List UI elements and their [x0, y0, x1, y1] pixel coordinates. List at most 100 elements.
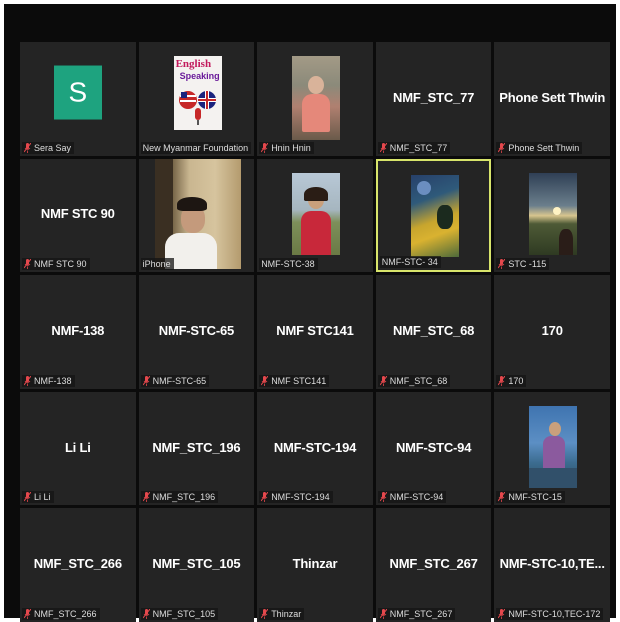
muted-mic-icon	[24, 142, 31, 153]
participant-tile-stc-115[interactable]: STC -115	[494, 158, 610, 273]
muted-mic-icon	[24, 608, 31, 619]
muted-mic-icon	[379, 608, 387, 619]
participant-name-label: NMF STC141	[259, 374, 330, 387]
participant-name: NMF STC141	[271, 375, 327, 386]
muted-mic-icon	[24, 492, 31, 503]
participant-display-name: 170	[541, 322, 563, 338]
muted-mic-icon	[142, 375, 150, 386]
participant-name-label: NMF-STC-10,TEC-172	[496, 607, 604, 620]
participant-tile-thinzar[interactable]: Thinzar Thinzar	[257, 508, 373, 622]
participant-name: NMF-STC-94	[389, 492, 444, 503]
participant-name-label: NMF_STC_77	[377, 141, 451, 154]
participant-name: NMF-STC-10,TEC-172	[508, 608, 601, 619]
participant-name: Sera Say	[34, 142, 72, 153]
muted-mic-icon	[261, 142, 269, 153]
camera-video	[154, 158, 241, 269]
muted-mic-icon	[498, 259, 506, 270]
participant-tile-nmf-stc-90[interactable]: NMF STC 90 NMF STC 90	[20, 158, 136, 273]
participant-tile-sera-say[interactable]: S Sera Say	[20, 42, 136, 156]
participant-name-label: NMF-138	[22, 374, 75, 387]
participant-tile-nmf-stc-266[interactable]: NMF_STC_266 NMF_STC_266	[20, 508, 136, 622]
muted-mic-icon	[24, 375, 31, 386]
participant-display-name: NMF-138	[51, 322, 105, 338]
participant-display-name: NMF-STC-194	[273, 439, 357, 455]
muted-mic-icon	[379, 375, 387, 386]
participant-name: Hnin Hnin	[271, 142, 311, 153]
participant-name: NMF_STC_267	[389, 608, 453, 619]
participant-name: NMF-STC-38	[261, 259, 315, 270]
participant-name: NMF-STC-15	[508, 492, 562, 503]
muted-mic-icon	[498, 608, 506, 619]
participant-name-label: NMF-STC-194	[259, 491, 333, 504]
participant-tile-nmf-stc-15[interactable]: NMF-STC-15	[494, 391, 610, 506]
participant-tile-nmf-stc-267[interactable]: NMF_STC_267 NMF_STC_267	[375, 508, 492, 622]
participant-tile-nmf-stc-77[interactable]: NMF_STC_77 NMF_STC_77	[375, 42, 492, 156]
meeting-window: S Sera Say English Speaking New Myanmar …	[4, 4, 616, 622]
participant-tile-iphone[interactable]: iPhone	[138, 158, 255, 273]
participant-tile-nmf-stc-94[interactable]: NMF-STC-94 NMF-STC-94	[375, 391, 492, 506]
participant-tile-nmf-stc-38[interactable]: NMF-STC-38	[257, 158, 373, 273]
profile-photo	[292, 56, 341, 140]
muted-mic-icon	[379, 492, 387, 503]
gallery-view: S Sera Say English Speaking New Myanmar …	[20, 42, 610, 622]
participant-name: NMF_STC_68	[389, 375, 448, 386]
participant-display-name: NMF-STC-65	[158, 322, 235, 338]
participant-name: NMF-STC-194	[271, 492, 330, 503]
participant-tile-nmf-stc-65[interactable]: NMF-STC-65 NMF-STC-65	[138, 275, 255, 389]
participant-tile-nmf-stc-68[interactable]: NMF_STC_68 NMF_STC_68	[375, 275, 492, 389]
participant-name: NMF_STC_196	[152, 492, 216, 503]
muted-mic-icon	[261, 492, 269, 503]
participant-tile-nmf-stc141[interactable]: NMF STC141 NMF STC141	[257, 275, 373, 389]
participant-name-label: NMF_STC_267	[377, 607, 456, 620]
participant-name: NMF-STC- 34	[381, 257, 438, 268]
participant-name-label: NMF_STC_105	[140, 607, 219, 620]
participant-name: NMF_STC_77	[389, 142, 448, 153]
participant-display-name: NMF STC 90	[40, 206, 115, 222]
profile-photo	[410, 174, 459, 257]
participant-tile-nmf-stc-10-tec-172[interactable]: NMF-STC-10,TE... NMF-STC-10,TEC-172	[494, 508, 610, 622]
participant-name-label: NMF STC 90	[22, 258, 90, 271]
muted-mic-icon	[498, 375, 506, 386]
participant-tile-nmf-stc-194[interactable]: NMF-STC-194 NMF-STC-194	[257, 391, 373, 506]
participant-name-label: NMF-STC-15	[496, 491, 565, 504]
participant-tile-li-li[interactable]: Li Li Li Li	[20, 391, 136, 506]
participant-display-name: Li Li	[64, 439, 91, 455]
participant-name: STC -115	[508, 259, 547, 270]
participant-display-name: NMF STC141	[276, 322, 354, 338]
participant-tile-nmf-stc-105[interactable]: NMF_STC_105 NMF_STC_105	[138, 508, 255, 622]
profile-photo	[529, 172, 578, 255]
participant-tile-hnin-hnin[interactable]: Hnin Hnin	[257, 42, 373, 156]
participant-name-label: iPhone	[140, 258, 174, 271]
participant-tile-phone-sett-thwin[interactable]: Phone Sett Thwin Phone Sett Thwin	[494, 42, 610, 156]
participant-name-label: NMF-STC- 34	[379, 256, 441, 269]
participant-name-label: NMF_STC_68	[377, 374, 451, 387]
participant-display-name: NMF_STC_196	[152, 439, 241, 455]
participant-name: NMF_STC_105	[152, 608, 216, 619]
participant-tile-nmf-138[interactable]: NMF-138 NMF-138	[20, 275, 136, 389]
profile-photo	[292, 172, 341, 255]
participant-display-name: Phone Sett Thwin	[499, 89, 606, 105]
participant-display-name: Thinzar	[292, 556, 338, 572]
participant-tile-new-myanmar-foundation[interactable]: English Speaking New Myanmar Foundation	[138, 42, 255, 156]
participant-name: NMF STC 90	[34, 259, 87, 270]
profile-avatar: S	[53, 65, 102, 120]
muted-mic-icon	[498, 492, 506, 503]
participant-display-name: NMF-STC-94	[395, 439, 472, 455]
participant-display-name: NMF_STC_267	[389, 556, 478, 572]
muted-mic-icon	[379, 142, 387, 153]
participant-name-label: NMF-STC-38	[259, 258, 318, 271]
muted-mic-icon	[498, 142, 506, 153]
participant-display-name: NMF_STC_68	[393, 322, 475, 338]
participant-name: Thinzar	[271, 608, 302, 619]
participant-name: Li Li	[34, 492, 51, 503]
participant-tile-nmf-stc-34-active-speaker[interactable]: NMF-STC- 34	[375, 158, 492, 273]
participant-tile-170[interactable]: 170 170	[494, 275, 610, 389]
participant-display-name: NMF-STC-10,TE...	[499, 556, 605, 572]
participant-name: iPhone	[142, 259, 171, 270]
participant-display-name: NMF_STC_77	[393, 89, 475, 105]
participant-name: NMF_STC_266	[34, 608, 97, 619]
muted-mic-icon	[142, 608, 150, 619]
muted-mic-icon	[142, 492, 150, 503]
participant-tile-nmf-stc-196[interactable]: NMF_STC_196 NMF_STC_196	[138, 391, 255, 506]
participant-name-label: Li Li	[22, 491, 54, 504]
